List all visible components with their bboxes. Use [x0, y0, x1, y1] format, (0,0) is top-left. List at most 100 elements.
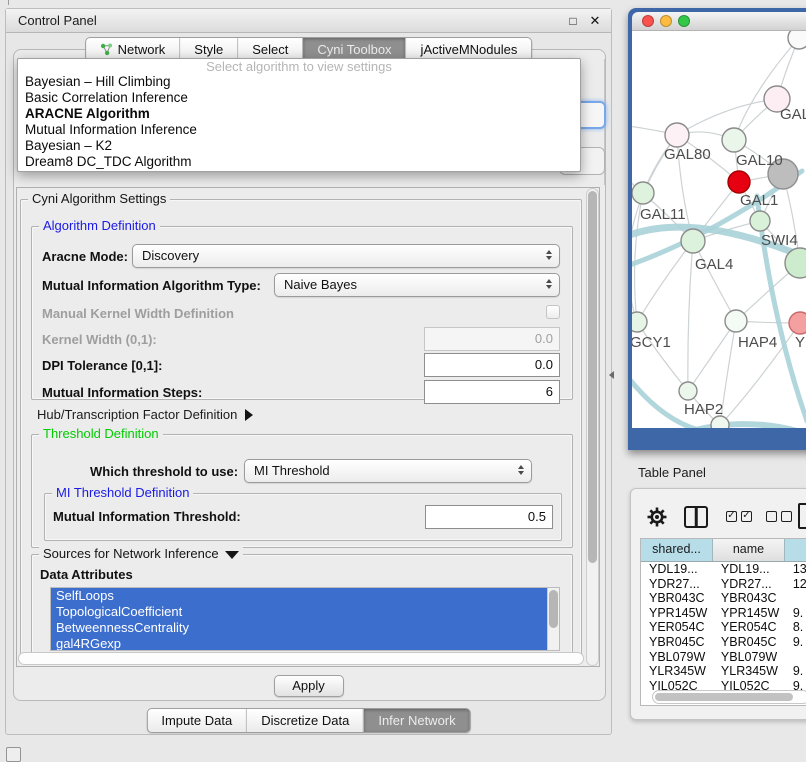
tab-label: Infer Network — [378, 713, 455, 728]
aracne-mode-select[interactable]: Discovery — [132, 244, 560, 268]
table-row[interactable]: YLR345WYLR345W9. — [641, 664, 806, 679]
data-attributes-list[interactable]: SelfLoopsTopologicalCoefficientBetweenne… — [50, 587, 560, 651]
network-node[interactable] — [679, 382, 697, 400]
settings-horizontal-scrollbar[interactable] — [18, 652, 584, 665]
settings-scrollbar-thumb[interactable] — [588, 191, 597, 563]
table-row[interactable]: YDL19...YDL19...13 — [641, 562, 806, 577]
network-node[interactable] — [665, 123, 689, 147]
column-header-shared-[interactable]: shared... — [641, 539, 713, 561]
attribute-item-topologicalcoefficient[interactable]: TopologicalCoefficient — [51, 604, 559, 620]
network-node[interactable] — [681, 229, 705, 253]
float-window-icon[interactable]: □ — [566, 13, 580, 29]
table-row[interactable]: YBR043CYBR043C — [641, 591, 806, 606]
algorithm-option-mutual-information-inference[interactable]: Mutual Information Inference — [18, 122, 580, 138]
network-canvas[interactable]: GAL7GAL80GAL10GAL1GAL11SWI4GAL4GCY1HAP4Y… — [632, 31, 806, 428]
mi-algorithm-type-select[interactable]: Naive Bayes — [274, 273, 560, 297]
network-edge[interactable] — [688, 241, 693, 391]
kernel-width-label: Kernel Width (0,1): — [42, 332, 157, 347]
deselect-all-icon[interactable] — [766, 511, 792, 522]
network-window-titlebar — [632, 12, 806, 31]
columns-icon[interactable] — [684, 506, 708, 528]
table-row[interactable]: YBR045CYBR045C9. — [641, 635, 806, 650]
table-scrollbar-thumb[interactable] — [655, 693, 793, 701]
settings-vertical-scrollbar[interactable] — [586, 188, 599, 666]
cyni-algorithm-settings-group: Cyni Algorithm Settings Algorithm Defini… — [20, 199, 582, 663]
attributes-scrollbar[interactable] — [547, 588, 559, 650]
network-node[interactable] — [725, 310, 747, 332]
network-node[interactable] — [722, 128, 746, 152]
manual-kernel-checkbox[interactable] — [546, 305, 560, 319]
algorithm-option-dream8-dc-tdc-algorithm[interactable]: Dream8 DC_TDC Algorithm — [18, 154, 580, 170]
algorithm-option-bayesian-hill-climbing[interactable]: Bayesian – Hill Climbing — [18, 74, 580, 90]
select-all-icon[interactable]: ✓ ✓ — [726, 511, 752, 522]
network-edge[interactable] — [688, 321, 736, 391]
table-cell: YLR345W — [641, 664, 713, 679]
table-cell: YDL19... — [641, 562, 713, 577]
network-node[interactable] — [788, 31, 806, 49]
attribute-item-gal4rgexp[interactable]: gal4RGexp — [51, 636, 559, 651]
table-header-row: shared...name — [641, 539, 806, 562]
network-edge[interactable] — [734, 38, 799, 140]
table-horizontal-scrollbar[interactable] — [652, 690, 806, 704]
gear-icon[interactable] — [646, 506, 668, 528]
control-panel-window: Control Panel □ ✕ NetworkStyleSelectCyni… — [5, 8, 612, 735]
tab-impute-data[interactable]: Impute Data — [147, 709, 246, 732]
attribute-item-selfloops[interactable]: SelfLoops — [51, 588, 559, 604]
algorithm-option-aracne-algorithm[interactable]: ARACNE Algorithm — [18, 106, 580, 122]
page-icon[interactable] — [798, 503, 806, 529]
close-panel-icon[interactable]: ✕ — [588, 13, 602, 29]
tab-discretize-data[interactable]: Discretize Data — [246, 709, 363, 732]
column-header-name[interactable]: name — [713, 539, 785, 561]
which-threshold-label: Which threshold to use: — [90, 464, 238, 479]
network-edge[interactable] — [637, 322, 688, 391]
hub-tf-definition-toggle[interactable]: Hub/Transcription Factor Definition — [37, 407, 253, 422]
tab-infer-network[interactable]: Infer Network — [363, 709, 469, 732]
table-cell: YBR045C — [641, 635, 713, 650]
close-traffic-light-icon[interactable] — [642, 15, 654, 27]
mi-steps-field[interactable]: 6 — [424, 380, 560, 404]
network-edge[interactable] — [693, 241, 736, 321]
which-threshold-select[interactable]: MI Threshold — [244, 459, 532, 483]
table-cell: 12 — [785, 577, 806, 592]
threshold-definition-group: Threshold Definition Which threshold to … — [31, 434, 573, 548]
table-cell: 9. — [785, 664, 806, 679]
algorithm-option-bayesian-k2[interactable]: Bayesian – K2 — [18, 138, 580, 154]
table-row[interactable]: YDR27...YDR27...12 — [641, 577, 806, 592]
node-table[interactable]: shared...name YDL19...YDL19...13YDR27...… — [640, 538, 806, 706]
network-node[interactable] — [750, 211, 770, 231]
collapse-down-icon[interactable] — [225, 551, 239, 559]
table-row[interactable]: YBL079WYBL079W — [641, 650, 806, 665]
algorithm-dropdown-popup: Select algorithm to view settings Bayesi… — [17, 58, 581, 172]
table-row[interactable]: YER054CYER054C8. — [641, 620, 806, 635]
table-cell: YER054C — [713, 620, 785, 635]
zoom-traffic-light-icon[interactable] — [678, 15, 690, 27]
node-label-gal7: GAL7 — [780, 106, 806, 123]
table-cell: 13 — [785, 562, 806, 577]
collapsed-panel-icon[interactable] — [6, 747, 21, 762]
mi-threshold-definition-group: MI Threshold Definition Mutual Informati… — [44, 493, 562, 541]
dpi-tolerance-field[interactable]: 0.0 — [424, 353, 560, 377]
network-node[interactable] — [728, 171, 750, 193]
node-label-gal11: GAL11 — [640, 206, 686, 223]
network-node[interactable] — [632, 312, 647, 332]
attributes-scrollbar-thumb[interactable] — [549, 590, 558, 628]
column-header-hidden[interactable] — [785, 539, 806, 561]
table-cell: YPR145W — [641, 606, 713, 621]
network-node[interactable] — [632, 182, 654, 204]
minimize-traffic-light-icon[interactable] — [660, 15, 672, 27]
split-pane-collapse-icon[interactable] — [609, 371, 614, 379]
attribute-item-betweennesscentrality[interactable]: BetweennessCentrality — [51, 620, 559, 636]
mi-threshold-field[interactable]: 0.5 — [425, 505, 553, 529]
tab-label: Discretize Data — [261, 713, 349, 728]
network-node[interactable] — [789, 312, 806, 334]
table-cell: 9. — [785, 606, 806, 621]
data-attributes-label: Data Attributes — [40, 567, 133, 582]
algorithm-option-basic-correlation-inference[interactable]: Basic Correlation Inference — [18, 90, 580, 106]
node-label-hap4: HAP4 — [738, 334, 777, 351]
sources-group: Sources for Network Inference Data Attri… — [31, 554, 573, 656]
mi-type-label: Mutual Information Algorithm Type: — [42, 278, 261, 293]
node-label-gal10: GAL10 — [736, 152, 783, 169]
table-row[interactable]: YPR145WYPR145W9. — [641, 606, 806, 621]
apply-button[interactable]: Apply — [274, 675, 344, 697]
mi-type-value: Naive Bayes — [284, 277, 357, 292]
